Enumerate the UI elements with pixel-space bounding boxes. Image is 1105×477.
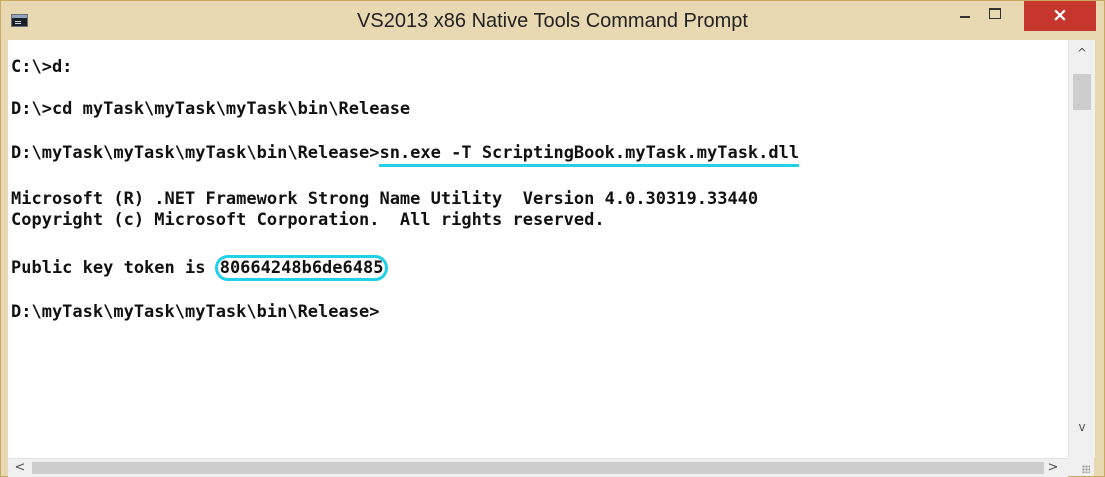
- console-line: D:\>cd myTask\myTask\myTask\bin\Release: [11, 99, 411, 119]
- title-bar[interactable]: VS2013 x86 Native Tools Command Prompt ×: [1, 1, 1104, 41]
- scroll-down-icon[interactable]: v: [1069, 418, 1095, 436]
- window-title: VS2013 x86 Native Tools Command Prompt: [357, 10, 748, 32]
- minimize-button[interactable]: [951, 1, 979, 31]
- horizontal-scroll-thumb[interactable]: [32, 462, 1044, 474]
- console-line: Microsoft (R) .NET Framework Strong Name…: [11, 189, 759, 209]
- scroll-right-icon[interactable]: >: [1044, 459, 1062, 477]
- console-line: Copyright (c) Microsoft Corporation. All…: [11, 210, 605, 230]
- scroll-left-icon[interactable]: <: [11, 459, 29, 477]
- horizontal-scrollbar[interactable]: < >: [8, 458, 1068, 477]
- highlighted-command: sn.exe -T ScriptingBook.myTask.myTask.dl…: [379, 143, 800, 167]
- resize-grip-icon[interactable]: [1068, 458, 1094, 476]
- vertical-scroll-thumb[interactable]: [1073, 74, 1091, 110]
- public-key-label: Public key token is: [11, 258, 216, 278]
- console-line: C:\>d:: [11, 57, 73, 77]
- public-key-token: 80664248b6de6485: [214, 255, 389, 281]
- close-button[interactable]: ×: [1024, 1, 1096, 31]
- vertical-scrollbar[interactable]: ^ v: [1068, 40, 1095, 458]
- command-prompt-path: D:\myTask\myTask\myTask\bin\Release>: [11, 143, 380, 163]
- console-command-line: D:\myTask\myTask\myTask\bin\Release>sn.e…: [11, 143, 800, 167]
- console-output[interactable]: C:\>d: D:\>cd myTask\myTask\myTask\bin\R…: [8, 40, 1068, 458]
- scroll-up-icon[interactable]: ^: [1069, 44, 1095, 62]
- close-icon: ×: [1052, 4, 1068, 26]
- public-key-line: Public key token is 80664248b6de6485: [11, 255, 389, 281]
- console-prompt-line: D:\myTask\myTask\myTask\bin\Release>: [11, 302, 380, 322]
- maximize-button[interactable]: [981, 1, 1009, 31]
